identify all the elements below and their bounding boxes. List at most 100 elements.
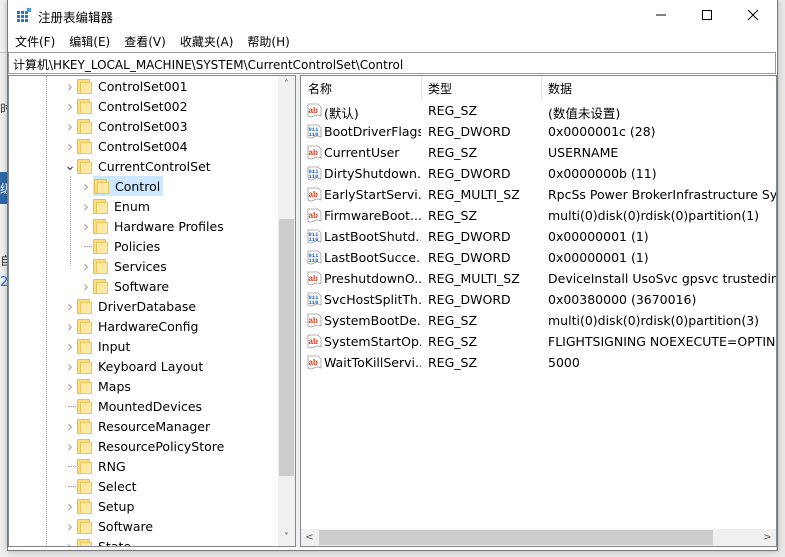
scroll-up-button[interactable]: ˄ [278,76,295,93]
expand-chevron-icon[interactable]: › [63,436,77,456]
tree-node[interactable]: State [77,536,131,546]
column-separator[interactable] [541,76,542,100]
tree-item[interactable]: Select [63,476,137,496]
tree-node[interactable]: ControlSet001 [77,76,188,96]
value-row[interactable]: ab PreshutdownO... REG_MULTI_SZ DeviceInsta… [301,268,776,289]
expand-chevron-icon[interactable]: › [63,116,77,136]
expand-chevron-icon[interactable]: › [63,516,77,536]
tree-item[interactable]: › ResourceManager [63,416,210,436]
expand-chevron-icon[interactable]: › [63,96,77,116]
expand-chevron-icon[interactable]: › [79,276,93,296]
tree-item[interactable]: › Setup [63,496,135,516]
tree-node[interactable]: MountedDevices [77,396,202,416]
scroll-down-button[interactable]: ˅ [278,529,295,546]
tree-node[interactable]: Enum [93,196,150,216]
tree-node[interactable]: Input [77,336,130,356]
tree-node[interactable]: Policies [93,236,160,256]
tree-item[interactable]: › Input [63,336,131,356]
value-row[interactable]: ab WaitToKillServi... REG_SZ 5000 [301,352,776,373]
value-row[interactable]: ab (默认) REG_SZ (数值未设置) [301,100,776,121]
tree-item[interactable]: ⌄ CurrentControlSet [63,156,211,176]
tree-item[interactable]: › Enum [79,196,150,216]
tree-node[interactable]: ResourcePolicyStore [77,436,224,456]
column-header-type[interactable]: 类型 [428,80,452,97]
tree-item[interactable]: › Software [79,276,169,296]
tree-node[interactable]: Services [93,256,167,276]
column-header-name[interactable]: 名称 [308,80,332,97]
tree-item[interactable]: › HardwareConfig [63,316,199,336]
menu-favorites[interactable]: 收藏夹(A) [173,30,241,51]
address-path[interactable]: 计算机\HKEY_LOCAL_MACHINE\SYSTEM\CurrentCon… [13,56,403,73]
expand-chevron-icon[interactable]: › [63,316,77,336]
scroll-right-button[interactable]: > [759,529,776,546]
tree-item[interactable]: › Keyboard Layout [63,356,203,376]
menu-view[interactable]: 查看(V) [117,30,173,51]
scroll-left-button[interactable]: < [301,529,318,546]
tree-item[interactable]: MountedDevices [63,396,202,416]
tree-node[interactable]: DriverDatabase [77,296,196,316]
value-row[interactable]: ab SystemStartOp... REG_SZ FLIGHTSIGNING N… [301,331,776,352]
tree-node[interactable]: RNG [77,456,126,476]
tree-item[interactable]: › DriverDatabase [63,296,196,316]
value-row[interactable]: ab CurrentUser REG_SZ USERNAME [301,142,776,163]
tree-item[interactable]: › ControlSet001 [63,76,188,96]
tree-node[interactable]: ControlSet002 [77,96,188,116]
tree-scroll-thumb[interactable] [279,219,294,476]
value-row[interactable]: 011 110 DirtyShutdown... REG_DWORD 0x0000000… [301,163,776,184]
tree-node[interactable]: ControlSet004 [77,136,188,156]
list-horizontal-scrollbar[interactable]: < > [301,529,776,546]
tree-item[interactable]: › ControlSet002 [63,96,188,116]
tree-item[interactable]: › ControlSet003 [63,116,188,136]
tree-vertical-scrollbar[interactable]: ˄ ˅ [278,76,295,546]
expand-chevron-icon[interactable]: › [63,336,77,356]
tree-node[interactable]: Maps [77,376,131,396]
value-row[interactable]: 011 110 SvcHostSplitTh... REG_DWORD 0x003800… [301,289,776,310]
expand-chevron-icon[interactable]: › [79,216,93,236]
column-separator[interactable] [421,76,422,100]
tree-node[interactable]: Setup [77,496,134,516]
tree-item[interactable]: › Maps [63,376,131,396]
tree-node[interactable]: Software [93,276,169,296]
collapse-chevron-icon[interactable]: ⌄ [63,156,77,176]
value-row[interactable]: 011 110 LastBootSucce... REG_DWORD 0x0000000… [301,247,776,268]
title-bar[interactable]: 注册表编辑器 [8,0,777,30]
tree-item[interactable]: RNG [63,456,126,476]
value-row[interactable]: ab SystemBootDe... REG_SZ multi(0)disk(0)rd… [301,310,776,331]
column-header-data[interactable]: 数据 [548,80,572,97]
menu-help[interactable]: 帮助(H) [240,30,296,51]
expand-chevron-icon[interactable]: › [79,176,93,196]
minimize-button[interactable] [638,0,684,30]
address-bar[interactable]: 计算机\HKEY_LOCAL_MACHINE\SYSTEM\CurrentCon… [8,52,776,74]
tree-item[interactable]: › Services [79,256,167,276]
expand-chevron-icon[interactable]: › [63,496,77,516]
tree-node[interactable]: CurrentControlSet [77,156,211,176]
tree-node[interactable]: Keyboard Layout [77,356,203,376]
close-button[interactable] [730,0,776,30]
tree-node[interactable]: HardwareConfig [77,316,198,336]
expand-chevron-icon[interactable]: › [63,136,77,156]
tree-node[interactable]: Software [77,516,153,536]
value-row[interactable]: ab FirmwareBoot... REG_SZ multi(0)disk(0)rd… [301,205,776,226]
value-row[interactable]: 011 110 BootDriverFlags REG_DWORD 0x0000001c… [301,121,776,142]
tree-node[interactable]: Select [77,476,137,496]
expand-chevron-icon[interactable]: › [63,536,77,547]
menu-file[interactable]: 文件(F) [8,30,62,51]
tree-item[interactable]: › ControlSet004 [63,136,188,156]
tree-node[interactable]: ControlSet003 [77,116,188,136]
tree-node[interactable]: ResourceManager [77,416,210,436]
list-scroll-thumb[interactable] [319,530,713,545]
expand-chevron-icon[interactable]: › [79,196,93,216]
maximize-button[interactable] [684,0,730,30]
expand-chevron-icon[interactable]: › [63,376,77,396]
tree-item[interactable]: › State [63,536,131,547]
tree-item[interactable]: › Software [63,516,153,536]
tree-item[interactable]: Policies [79,236,160,256]
expand-chevron-icon[interactable]: › [79,256,93,276]
expand-chevron-icon[interactable]: › [63,416,77,436]
selected-tree-node[interactable]: Control [93,176,164,196]
value-row[interactable]: ab EarlyStartServi... REG_MULTI_SZ RpcSs Po… [301,184,776,205]
value-row[interactable]: 011 110 LastBootShutd... REG_DWORD 0x0000000… [301,226,776,247]
tree-item[interactable]: › Hardware Profiles [79,216,224,236]
expand-chevron-icon[interactable]: › [63,356,77,376]
tree-node[interactable]: Hardware Profiles [93,216,224,236]
